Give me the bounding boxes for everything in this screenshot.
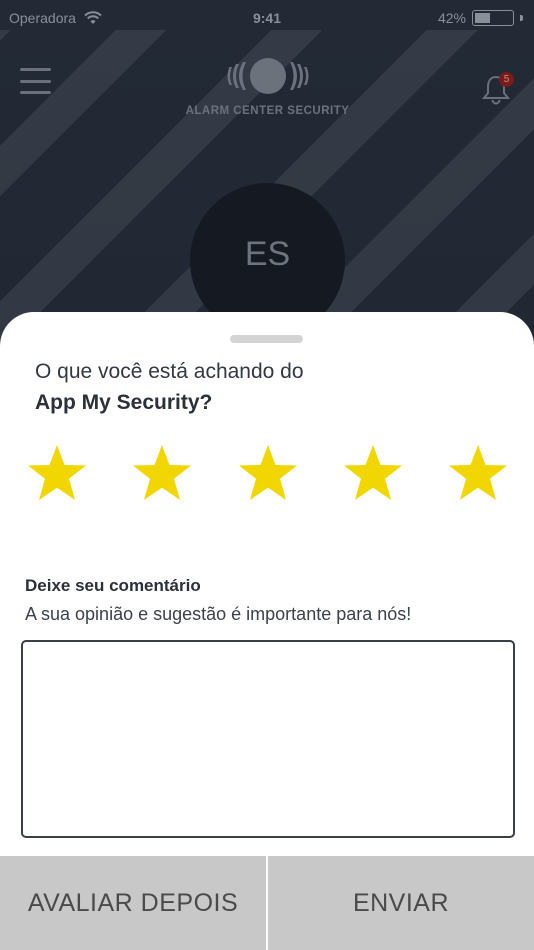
brand-name: ALARM CENTER SECURITY (185, 105, 350, 117)
star-icon[interactable] (130, 442, 194, 506)
question-line2: App My Security? (35, 391, 213, 414)
send-button[interactable]: ENVIAR (268, 856, 534, 950)
battery-tip (520, 15, 523, 21)
star-icon[interactable] (446, 442, 510, 506)
comment-field[interactable] (21, 640, 515, 838)
menu-icon[interactable] (20, 68, 51, 94)
battery-percent: 42% (437, 10, 466, 26)
comment-subtitle: A sua opinião e sugestão é importante pa… (25, 604, 412, 624)
rating-question: O que você está achando do App My Securi… (35, 356, 304, 418)
question-line1: O que você está achando do (35, 360, 304, 383)
star-icon[interactable] (25, 442, 89, 506)
status-bar: Operadora 9:41 42% (0, 0, 534, 36)
battery-status: 42% (438, 10, 523, 26)
star-icon[interactable] (236, 442, 300, 506)
comment-title: Deixe seu comentário (25, 576, 201, 595)
star-rating (25, 442, 510, 506)
avatar-initials: ES (244, 235, 291, 273)
action-bar: AVALIAR DEPOIS ENVIAR (0, 856, 534, 950)
battery-icon (472, 10, 514, 26)
battery-level-fill (475, 13, 490, 23)
logo-icon (227, 58, 308, 94)
rating-sheet: O que você está achando do App My Securi… (0, 312, 534, 950)
star-icon[interactable] (341, 442, 405, 506)
notification-badge: 5 (499, 72, 514, 87)
rate-later-button[interactable]: AVALIAR DEPOIS (0, 856, 266, 950)
sheet-drag-handle[interactable] (230, 335, 303, 343)
brand-logo: ALARM CENTER SECURITY (185, 56, 350, 118)
